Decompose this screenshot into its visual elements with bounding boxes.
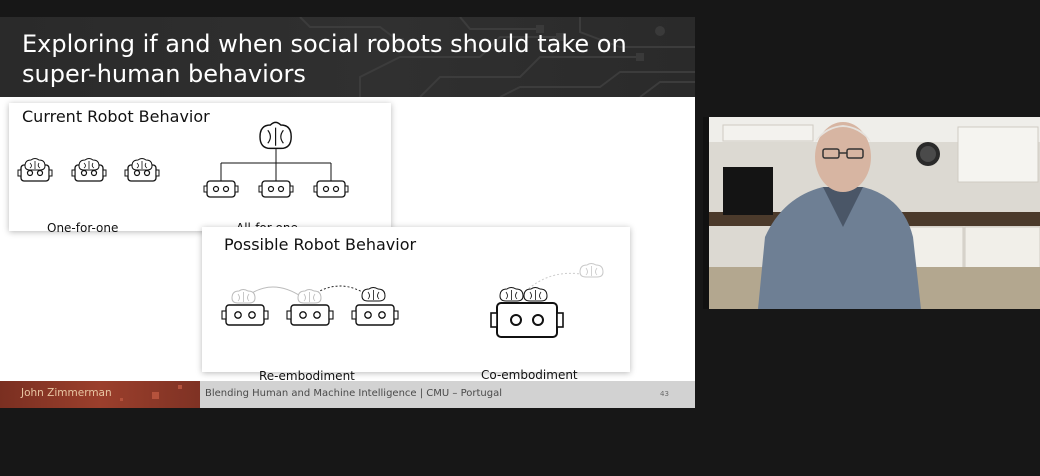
presenter-video-tile[interactable] (703, 117, 1040, 309)
brain-icon (499, 287, 524, 302)
robot-icon (490, 302, 564, 338)
brain-icon (361, 287, 386, 302)
brain-icon (523, 287, 548, 302)
possible-behavior-diagram (221, 263, 604, 338)
brain-icon (579, 263, 604, 278)
robot-icon (221, 304, 269, 326)
robot-icon (203, 180, 239, 198)
decorative-square (120, 398, 123, 401)
course-name: Blending Human and Machine Intelligence … (205, 388, 503, 399)
presenter-video-feed (703, 117, 1040, 309)
brain-icon (231, 289, 256, 304)
presenter-name: John Zimmerman (21, 387, 112, 399)
slide-header: Exploring if and when social robots shou… (0, 17, 695, 97)
current-behavior-diagram (17, 121, 349, 198)
robot-icon (313, 180, 349, 198)
slide-footer: John Zimmerman Blending Human and Machin… (0, 381, 695, 408)
current-robot-behavior-panel: Current Robot Behavior One-for-one (9, 103, 391, 235)
robot-icon (351, 304, 399, 326)
brain-icon (259, 121, 292, 150)
brain-icon (24, 158, 46, 171)
page-number: 43 (660, 390, 669, 398)
footer-presenter-bar: John Zimmerman (0, 381, 200, 408)
robot-icon (286, 304, 334, 326)
brain-icon (297, 289, 322, 304)
shared-slide: Exploring if and when social robots shou… (0, 17, 695, 408)
brain-icon (131, 158, 153, 171)
connection-lines (220, 149, 332, 181)
caption-one-for-one: One-for-one (47, 221, 119, 235)
slide-title: Exploring if and when social robots shou… (22, 30, 627, 88)
brain-icon (78, 158, 100, 171)
robot-icon (258, 180, 294, 198)
possible-robot-behavior-panel: Possible Robot Behavior Re-embodiment Co… (202, 227, 630, 383)
decorative-square (152, 392, 159, 399)
decorative-square (178, 385, 182, 389)
caption-co-embodiment: Co-embodiment (481, 368, 578, 382)
